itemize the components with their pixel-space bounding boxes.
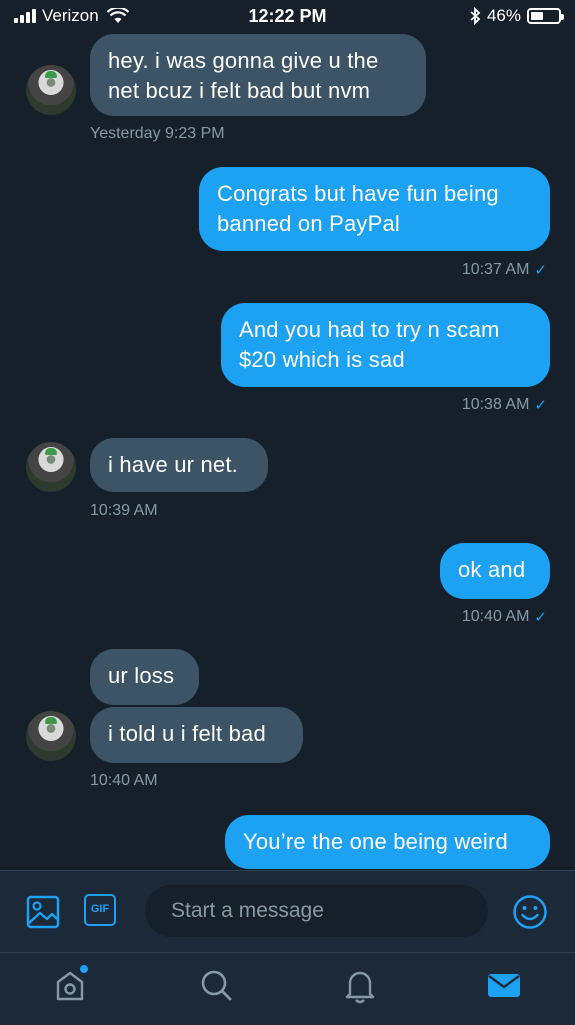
- message-line: net bcuz i felt bad but nvm: [108, 78, 371, 103]
- timestamp-text: 10:37 AM: [461, 261, 530, 278]
- gif-icon[interactable]: GIF: [84, 894, 116, 926]
- message-line: And you had to try n scam: [239, 317, 500, 342]
- mail-icon: [488, 974, 520, 997]
- incoming-message[interactable]: i have ur net.: [90, 438, 268, 492]
- check-icon: ✓: [534, 397, 547, 414]
- message-input[interactable]: Start a message: [145, 885, 488, 937]
- message-line: banned on PayPal: [217, 211, 401, 236]
- incoming-message[interactable]: hey. i was gonna give u the net bcuz i f…: [90, 34, 426, 116]
- incoming-message[interactable]: i told u i felt bad: [90, 707, 303, 763]
- message-line: ok and: [458, 557, 526, 582]
- notification-dot: [80, 965, 88, 973]
- message-timestamp: Yesterday 9:23 PM: [90, 125, 225, 142]
- outgoing-message[interactable]: ok and: [440, 543, 550, 599]
- conversation[interactable]: hey. i was gonna give u the net bcuz i f…: [0, 34, 575, 870]
- bluetooth-icon: [470, 7, 481, 25]
- incoming-message[interactable]: ur loss: [90, 649, 199, 705]
- message-line: You’re the one being weird: [243, 829, 508, 854]
- search-icon: [201, 970, 232, 1001]
- message-timestamp: 10:39 AM: [90, 502, 158, 519]
- tab-bar: [0, 952, 575, 1025]
- battery-icon: [527, 8, 564, 24]
- avatar[interactable]: [26, 711, 76, 761]
- outgoing-message[interactable]: And you had to try n scam $20 which is s…: [221, 303, 550, 387]
- timestamp-text: 10:38 AM: [461, 396, 530, 413]
- check-icon: ✓: [534, 262, 547, 279]
- avatar[interactable]: [26, 65, 76, 115]
- tab-search[interactable]: [196, 965, 236, 1005]
- battery-percent: 46%: [486, 6, 521, 25]
- message-line: i told u i felt bad: [108, 721, 266, 746]
- outgoing-message[interactable]: You’re the one being weird: [225, 815, 550, 869]
- status-bar: Verizon 12:22 PM 46%: [0, 0, 575, 34]
- timestamp-text: 10:40 AM: [461, 608, 530, 625]
- check-icon: ✓: [534, 609, 547, 626]
- emoji-icon[interactable]: [512, 894, 548, 930]
- message-timestamp: 10:40 AM ✓: [462, 608, 547, 626]
- avatar[interactable]: [26, 442, 76, 492]
- bell-icon: [345, 971, 375, 1004]
- image-icon[interactable]: [26, 895, 60, 929]
- message-line: ur loss: [108, 663, 175, 688]
- message-line: Congrats but have fun being: [217, 181, 499, 206]
- message-timestamp: 10:38 AM ✓: [462, 396, 547, 414]
- message-timestamp: 10:37 AM ✓: [462, 261, 547, 279]
- message-line: hey. i was gonna give u the: [108, 48, 379, 73]
- message-timestamp: 10:40 AM: [90, 772, 158, 789]
- message-line: i have ur net.: [108, 452, 238, 477]
- message-line: $20 which is sad: [239, 347, 405, 372]
- status-right: 46%: [469, 6, 564, 26]
- tab-messages[interactable]: [484, 965, 524, 1005]
- tab-notifications[interactable]: [340, 965, 380, 1005]
- tab-home[interactable]: [50, 965, 90, 1005]
- battery-level: [531, 12, 543, 20]
- outgoing-message[interactable]: Congrats but have fun being banned on Pa…: [199, 167, 550, 251]
